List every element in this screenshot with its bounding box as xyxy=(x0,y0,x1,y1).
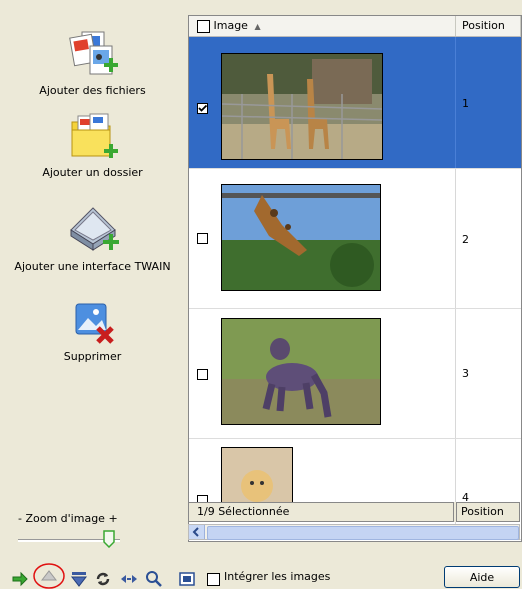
row-checkbox[interactable] xyxy=(197,103,208,114)
add-twain-button[interactable]: Ajouter une interface TWAIN xyxy=(0,200,185,273)
left-panel: Ajouter des fichiers Ajouter un dossier … xyxy=(0,0,185,560)
import-arrow-icon[interactable] xyxy=(12,570,30,588)
rotate-icon[interactable] xyxy=(94,570,112,588)
twain-scanner-icon xyxy=(69,207,119,251)
thumbnail-monkey xyxy=(221,318,381,425)
horizontal-scrollbar[interactable] xyxy=(188,524,520,540)
add-twain-label: Ajouter une interface TWAIN xyxy=(14,260,171,273)
row-position: 1 xyxy=(462,97,469,110)
selection-status: 1/9 Sélectionnée xyxy=(188,502,454,522)
row-checkbox[interactable] xyxy=(197,233,208,244)
delete-label: Supprimer xyxy=(63,350,122,363)
table-row[interactable]: 3 xyxy=(189,309,521,439)
add-folder-button[interactable]: Ajouter un dossier xyxy=(0,112,185,179)
thumbnail-giraffe-head xyxy=(221,184,381,291)
add-files-button[interactable]: Ajouter des fichiers xyxy=(0,30,185,97)
select-all-checkbox[interactable] xyxy=(197,19,210,33)
zoom-slider-thumb[interactable] xyxy=(103,530,115,548)
check-icon xyxy=(198,104,207,112)
help-button[interactable]: Aide xyxy=(444,566,520,588)
row-position: 2 xyxy=(462,233,469,246)
sort-ascending-icon: ▲ xyxy=(254,22,261,31)
delete-image-icon xyxy=(75,303,114,344)
column-image-label: Image xyxy=(213,19,248,32)
thumbnail-dog xyxy=(221,447,293,509)
grid-header: Image ▲ Position xyxy=(189,16,521,37)
move-up-icon[interactable] xyxy=(32,562,66,589)
thumbnail-giraffes xyxy=(221,53,383,160)
column-header-position[interactable]: Position xyxy=(456,16,521,36)
preview-icon[interactable] xyxy=(178,570,196,588)
scroll-thumb[interactable] xyxy=(207,526,519,540)
add-files-label: Ajouter des fichiers xyxy=(39,84,146,97)
chevron-left-icon xyxy=(192,527,199,537)
flip-icon[interactable] xyxy=(120,570,138,588)
column-header-image[interactable]: Image ▲ xyxy=(189,16,456,36)
column-position-label: Position xyxy=(462,19,505,32)
integrate-images-checkbox[interactable] xyxy=(207,572,220,586)
add-folder-label: Ajouter un dossier xyxy=(42,166,143,179)
table-row[interactable]: 1 xyxy=(189,37,521,169)
integrate-images-label: Intégrer les images xyxy=(224,570,331,583)
row-checkbox[interactable] xyxy=(197,369,208,380)
delete-button[interactable]: Supprimer xyxy=(0,300,185,363)
add-folder-icon xyxy=(71,113,118,158)
zoom-icon[interactable] xyxy=(145,570,163,588)
table-row[interactable]: 2 xyxy=(189,169,521,309)
add-files-icon xyxy=(68,31,118,75)
image-grid: Image ▲ Position 1 2 3 4 xyxy=(188,15,522,542)
move-down-icon[interactable] xyxy=(70,570,88,588)
scroll-left-button[interactable] xyxy=(189,525,205,539)
row-position: 3 xyxy=(462,367,469,380)
zoom-label: - Zoom d'image + xyxy=(18,512,118,525)
status-position: Position xyxy=(456,502,520,522)
status-bar: 1/9 Sélectionnée Position xyxy=(188,502,520,522)
